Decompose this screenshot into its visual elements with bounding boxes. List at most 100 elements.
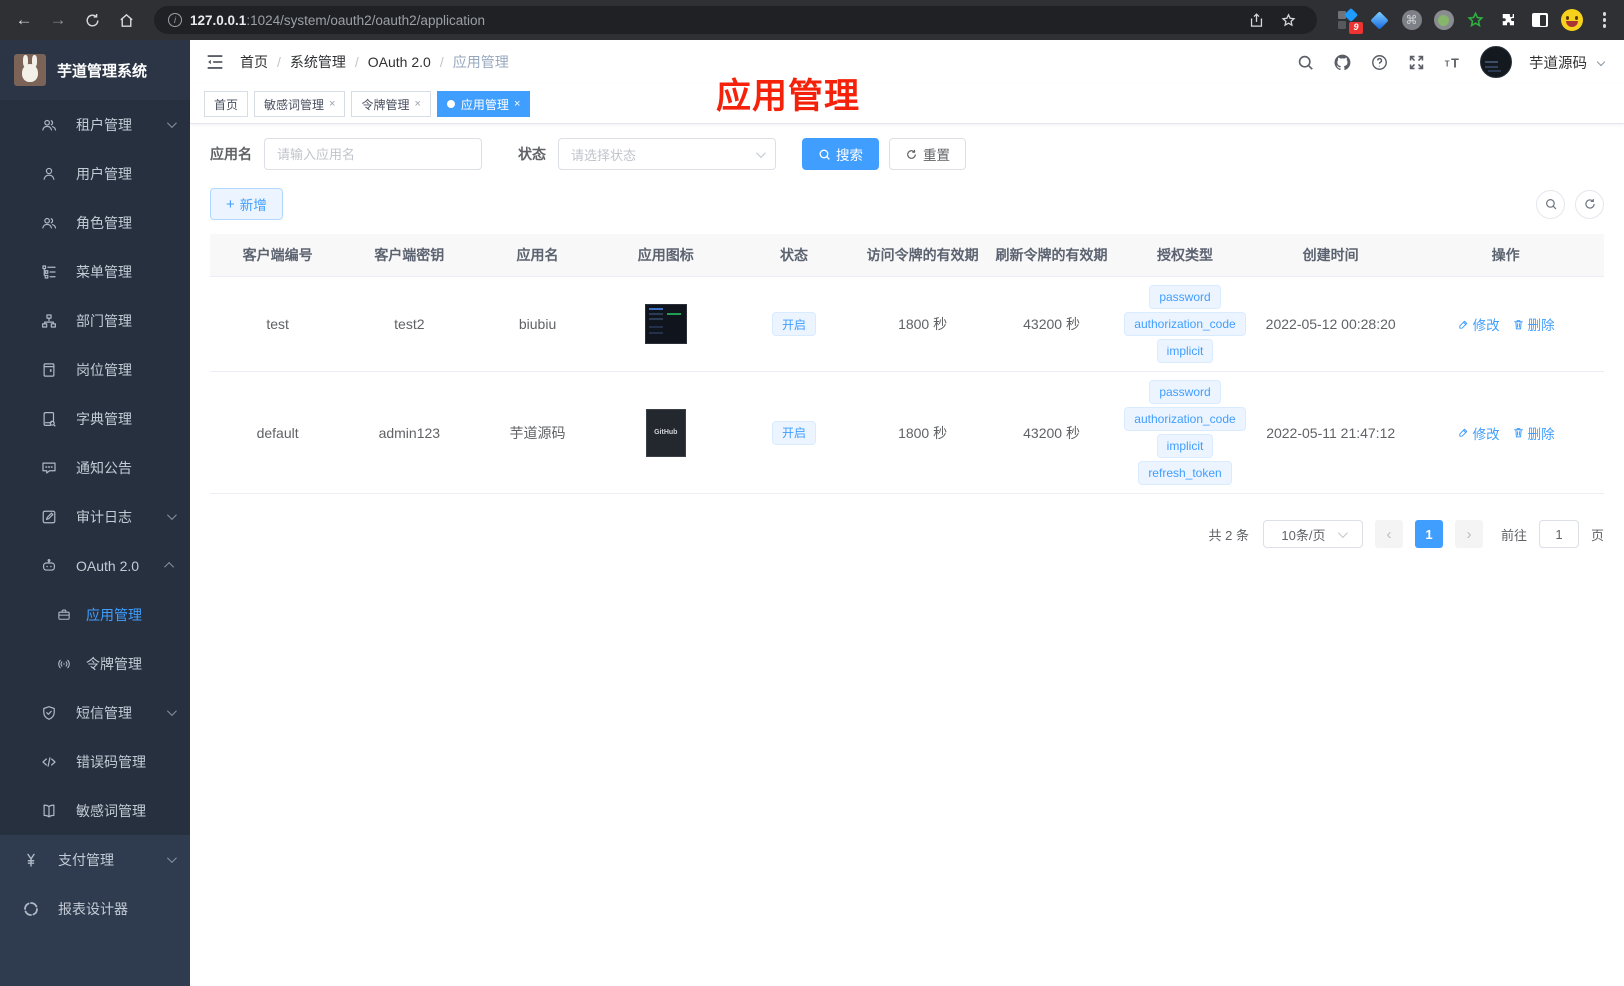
breadcrumb-current: 应用管理	[452, 54, 509, 70]
created-time-cell: 2022-05-12 00:28:20	[1265, 316, 1396, 332]
sidebar-item-角色管理[interactable]: 角色管理	[0, 198, 190, 247]
badge-icon	[40, 361, 58, 379]
delete-button[interactable]: 删除	[1512, 314, 1555, 334]
breadcrumb-oauth[interactable]: OAuth 2.0	[368, 54, 431, 70]
url-text: 127.0.0.1:1024/system/oauth2/oauth2/appl…	[190, 12, 485, 28]
sidebar-item-审计日志[interactable]: 审计日志	[0, 492, 190, 541]
status-cell: 开启	[730, 413, 858, 453]
bookmark-star-icon[interactable]	[1275, 6, 1303, 34]
breadcrumb: 首页 / 系统管理 / OAuth 2.0 / 应用管理	[240, 52, 509, 72]
user-avatar[interactable]	[1480, 46, 1512, 78]
sidebar-item-菜单管理[interactable]: 菜单管理	[0, 247, 190, 296]
edit-button[interactable]: 修改	[1457, 314, 1500, 334]
sidebar-item-租户管理[interactable]: 租户管理	[0, 100, 190, 149]
app-icon-cell	[602, 296, 730, 352]
fullscreen-icon[interactable]	[1406, 52, 1426, 72]
reset-button[interactable]: 重置	[889, 138, 966, 170]
help-icon[interactable]	[1369, 52, 1389, 72]
sidebar-item-岗位管理[interactable]: 岗位管理	[0, 345, 190, 394]
sidebar-item-OAuth 2.0[interactable]: OAuth 2.0	[0, 541, 190, 590]
column-header: 状态	[780, 247, 809, 263]
add-button[interactable]: + 新增	[210, 188, 283, 220]
browser-menu-icon[interactable]	[1595, 8, 1615, 32]
sidebar-item-字典管理[interactable]: 字典管理	[0, 394, 190, 443]
sidebar-item-label: 租户管理	[76, 116, 132, 133]
status-select[interactable]: 请选择状态	[558, 138, 776, 170]
sidebar-item-敏感词管理[interactable]: 敏感词管理	[0, 786, 190, 835]
tampermonkey-extension-icon[interactable]: 9	[1337, 7, 1363, 34]
sidebar-item-部门管理[interactable]: 部门管理	[0, 296, 190, 345]
sidebar-collapse-icon[interactable]	[204, 51, 226, 73]
username[interactable]: 芋道源码	[1529, 52, 1587, 73]
sidebar-item-通知公告[interactable]: 通知公告	[0, 443, 190, 492]
site-info-icon[interactable]: i	[168, 13, 182, 27]
browser-reload-icon[interactable]	[78, 6, 106, 34]
page-jump-input[interactable]	[1538, 520, 1579, 548]
sidebar-item-label: 支付管理	[58, 851, 114, 868]
sidebar-item-错误码管理[interactable]: 错误码管理	[0, 737, 190, 786]
sidebar-item-令牌管理[interactable]: 令牌管理	[0, 639, 190, 688]
share-icon[interactable]	[1243, 6, 1271, 34]
search-button[interactable]: 搜索	[802, 138, 879, 170]
app-icon-image: GitHub	[645, 408, 686, 457]
chevron-down-icon	[166, 118, 177, 129]
edit-button[interactable]: 修改	[1457, 423, 1500, 443]
star-extension-icon[interactable]	[1465, 9, 1487, 31]
sidebar-item-支付管理[interactable]: 支付管理	[0, 835, 190, 884]
svg-text:T: T	[1451, 56, 1459, 70]
next-page-button[interactable]: ›	[1454, 520, 1483, 548]
tab-close-icon[interactable]: ×	[514, 98, 520, 110]
grant-type-tag: authorization_code	[1124, 407, 1246, 431]
search-icon	[819, 149, 830, 160]
tab-close-icon[interactable]: ×	[329, 98, 335, 110]
sidebar-item-label: 敏感词管理	[76, 802, 146, 819]
tab-close-icon[interactable]: ×	[414, 98, 420, 110]
sidebar-item-label: 通知公告	[76, 459, 132, 476]
status-tag: 开启	[772, 420, 817, 445]
command-extension-icon[interactable]: ⌘	[1401, 9, 1423, 31]
access-ttl-cell: 1800 秒	[898, 424, 948, 441]
breadcrumb-home[interactable]: 首页	[240, 52, 268, 72]
sidebar-item-用户管理[interactable]: 用户管理	[0, 149, 190, 198]
toggle-search-button[interactable]	[1536, 189, 1565, 219]
prev-page-button[interactable]: ‹	[1374, 520, 1403, 548]
sidebar-item-报表设计器[interactable]: 报表设计器	[0, 884, 190, 933]
dict-icon	[40, 410, 58, 428]
breadcrumb-system[interactable]: 系统管理	[290, 52, 346, 72]
sidebar-menu: 租户管理用户管理 角色管理菜单管理部门管理 岗位管理 字典管理通知公告审计日志 OAut…	[0, 100, 190, 986]
split-view-icon[interactable]	[1529, 9, 1551, 31]
browser-back-icon[interactable]: ←	[10, 6, 38, 34]
recorder-extension-icon[interactable]	[1433, 9, 1455, 31]
app-name-input[interactable]	[264, 138, 482, 170]
tab-应用管理[interactable]: 应用管理 ×	[436, 91, 531, 117]
page-number-1[interactable]: 1	[1414, 520, 1443, 548]
browser-home-icon[interactable]	[112, 6, 140, 34]
column-header: 访问令牌的有效期	[866, 247, 979, 263]
refresh-table-button[interactable]	[1575, 189, 1604, 219]
sidebar-item-应用管理[interactable]: 应用管理	[0, 590, 190, 639]
font-size-icon[interactable]: TT	[1443, 52, 1463, 72]
browser-forward-icon[interactable]: →	[44, 6, 72, 34]
created-time-cell: 2022-05-11 21:47:12	[1266, 424, 1396, 441]
tab-令牌管理[interactable]: 令牌管理 ×	[351, 91, 431, 117]
tab-首页[interactable]: 首页	[204, 91, 249, 117]
page-content: 应用名 状态 请选择状态 搜索 重置 + 新增	[190, 124, 1624, 986]
navbar-actions: TT 芋道源码	[1295, 46, 1606, 78]
page-unit-label: 页	[1590, 527, 1604, 543]
sidebar-item-label: 菜单管理	[76, 263, 132, 280]
puzzle-extensions-icon[interactable]	[1497, 9, 1519, 31]
page-size-select[interactable]: 10条/页	[1262, 520, 1363, 548]
user-menu-caret-icon[interactable]	[1596, 57, 1606, 67]
browser-chrome: ← → i 127.0.0.1:1024/system/oauth2/oauth…	[0, 0, 1624, 40]
header-search-icon[interactable]	[1295, 52, 1315, 72]
delete-button[interactable]: 删除	[1512, 423, 1555, 443]
url-bar[interactable]: i 127.0.0.1:1024/system/oauth2/oauth2/ap…	[154, 6, 1317, 34]
gem-extension-icon[interactable]	[1369, 9, 1391, 31]
robot-icon	[40, 557, 58, 575]
github-icon[interactable]	[1332, 52, 1352, 72]
sidebar-item-短信管理[interactable]: 短信管理	[0, 688, 190, 737]
column-header: 创建时间	[1302, 247, 1359, 263]
goto-label: 前往	[1500, 527, 1527, 543]
profile-avatar[interactable]	[1560, 9, 1583, 31]
tab-敏感词管理[interactable]: 敏感词管理 ×	[254, 91, 346, 117]
